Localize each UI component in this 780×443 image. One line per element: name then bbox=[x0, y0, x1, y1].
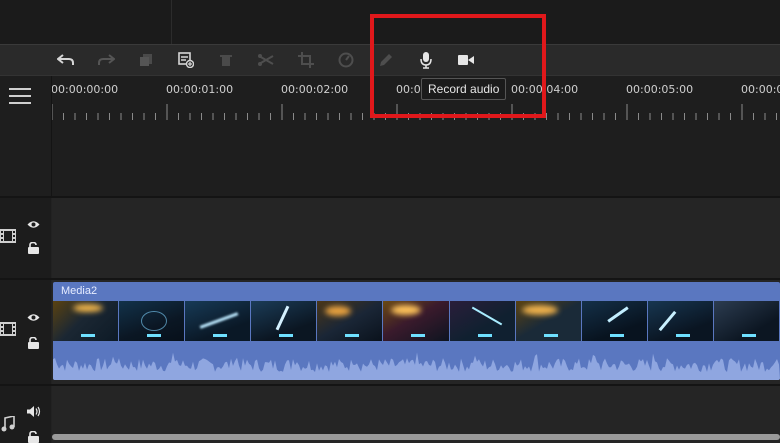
undo-button[interactable] bbox=[53, 45, 79, 75]
clip-thumbnail bbox=[581, 301, 647, 341]
track-header bbox=[0, 386, 51, 443]
delete-button[interactable] bbox=[213, 45, 239, 75]
clip-thumbnail bbox=[317, 301, 383, 341]
clip-thumbnails bbox=[53, 301, 780, 341]
track-header bbox=[0, 280, 51, 384]
add-to-timeline-button[interactable] bbox=[173, 45, 199, 75]
delete-icon bbox=[220, 55, 232, 66]
clip-thumbnail bbox=[515, 301, 581, 341]
redo-icon bbox=[98, 54, 115, 65]
panel-divider bbox=[171, 0, 172, 44]
split-icon bbox=[258, 54, 274, 66]
timecode-label: 00:00:05:00 bbox=[626, 83, 694, 96]
clip-thumbnail bbox=[119, 301, 185, 341]
unlock-icon[interactable] bbox=[28, 242, 39, 254]
clip-thumbnail bbox=[53, 301, 119, 341]
eye-icon[interactable] bbox=[27, 313, 40, 322]
track-header bbox=[0, 198, 51, 278]
film-icon bbox=[0, 322, 16, 336]
track-lane[interactable] bbox=[52, 198, 780, 278]
music-note-icon bbox=[1, 416, 15, 432]
copy-icon bbox=[140, 54, 152, 66]
clip-thumbnail bbox=[185, 301, 251, 341]
annotation-highlight-box bbox=[370, 14, 546, 118]
speed-icon bbox=[338, 52, 354, 68]
clip-thumbnail bbox=[383, 301, 449, 341]
media-clip[interactable]: Media2 bbox=[53, 282, 780, 380]
eye-icon[interactable] bbox=[27, 220, 40, 229]
video-track-1[interactable] bbox=[0, 198, 780, 278]
clip-title: Media2 bbox=[61, 285, 98, 297]
waveform-path bbox=[53, 352, 780, 380]
redo-button[interactable] bbox=[93, 45, 119, 75]
film-icon bbox=[0, 229, 16, 243]
crop-button[interactable] bbox=[293, 45, 319, 75]
audio-waveform bbox=[53, 352, 780, 380]
crop-icon bbox=[298, 52, 314, 68]
clip-thumbnail bbox=[449, 301, 515, 341]
timecode-label: 00:00:06:00 bbox=[741, 83, 780, 96]
timeline-empty-area[interactable] bbox=[52, 120, 780, 196]
speed-button[interactable] bbox=[333, 45, 359, 75]
clip-thumbnail bbox=[713, 301, 780, 341]
timecode-label: 00:00:02:00 bbox=[281, 83, 349, 96]
clip-thumbnail bbox=[251, 301, 317, 341]
clip-thumbnail bbox=[647, 301, 713, 341]
menu-icon[interactable] bbox=[9, 88, 31, 106]
undo-icon bbox=[57, 54, 74, 65]
timecode-label: 00:00:00:00 bbox=[51, 83, 119, 96]
split-button[interactable] bbox=[253, 45, 279, 75]
copy-button[interactable] bbox=[133, 45, 159, 75]
unlock-icon[interactable] bbox=[28, 337, 39, 349]
unlock-icon[interactable] bbox=[28, 431, 39, 443]
horizontal-scrollbar[interactable] bbox=[52, 434, 780, 440]
timecode-label: 00:00:01:00 bbox=[166, 83, 234, 96]
add-to-timeline-icon bbox=[178, 52, 194, 68]
speaker-icon[interactable] bbox=[27, 406, 41, 417]
